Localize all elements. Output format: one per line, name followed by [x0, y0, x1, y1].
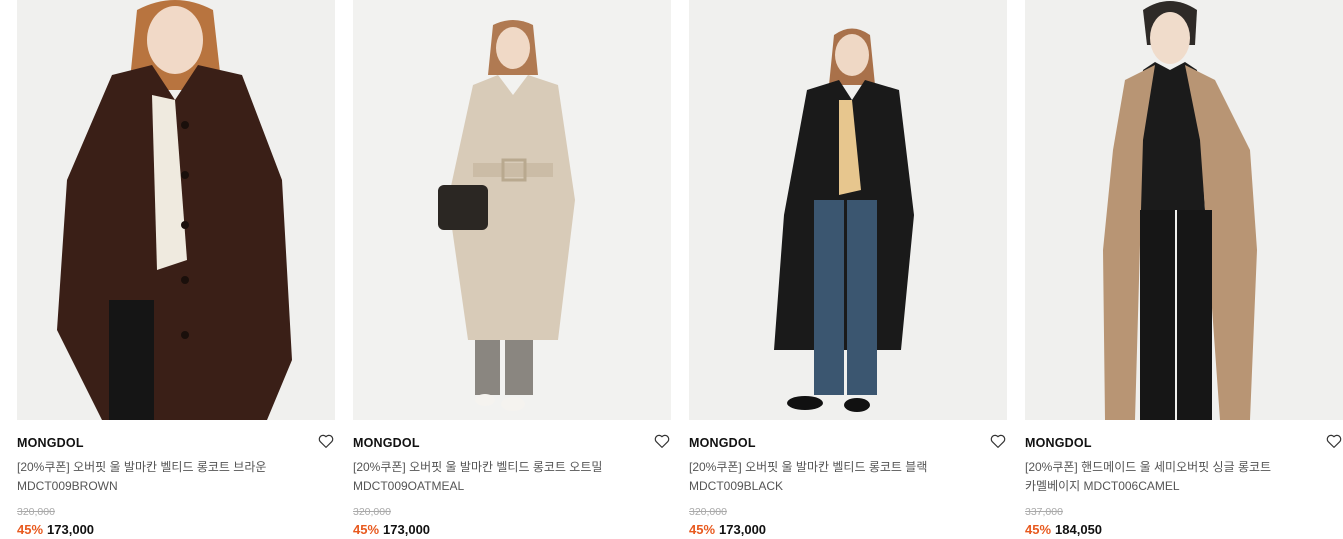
- product-photo-brown-coat[interactable]: [17, 0, 335, 420]
- wishlist-heart-icon[interactable]: [317, 432, 335, 450]
- product-card[interactable]: MONGDOL [20%쿠폰] 오버핏 울 발마칸 벨티드 롱코트 블랙 MDC…: [689, 0, 1007, 538]
- discount-rate: 45%: [1025, 522, 1052, 537]
- price-row: 45% 184,050: [1025, 521, 1343, 539]
- sale-price: 173,000: [383, 522, 431, 537]
- wishlist-heart-icon[interactable]: [989, 432, 1007, 450]
- original-price: 320,000: [689, 506, 727, 518]
- product-name-line-2: MDCT009BROWN: [17, 479, 118, 493]
- product-name-line-1: [20%쿠폰] 오버핏 울 발마칸 벨티드 롱코트 블랙: [689, 460, 928, 474]
- product-card[interactable]: MONGDOL [20%쿠폰] 핸드메이드 울 세미오버핏 싱글 롱코트 카멜베…: [1025, 0, 1343, 538]
- product-name-line-2: MDCT009OATMEAL: [353, 479, 465, 493]
- product-photo-oatmeal-coat[interactable]: [353, 0, 671, 420]
- wishlist-heart-icon[interactable]: [653, 432, 671, 450]
- price-row: 45% 173,000: [17, 521, 335, 539]
- product-name[interactable]: [20%쿠폰] 오버핏 울 발마칸 벨티드 롱코트 브라운 MDCT009BRO…: [17, 458, 307, 496]
- original-price: 337,000: [1025, 506, 1063, 518]
- product-photo-black-coat[interactable]: [689, 0, 1007, 420]
- brand-label[interactable]: MONGDOL: [17, 436, 84, 450]
- product-name-line-1: [20%쿠폰] 핸드메이드 울 세미오버핏 싱글 롱코트: [1025, 460, 1272, 474]
- product-card[interactable]: MONGDOL [20%쿠폰] 오버핏 울 발마칸 벨티드 롱코트 브라운 MD…: [17, 0, 335, 538]
- original-price: 320,000: [353, 506, 391, 518]
- price-row: 45% 173,000: [353, 521, 671, 539]
- product-name-line-2: MDCT009BLACK: [689, 479, 784, 493]
- brand-label[interactable]: MONGDOL: [353, 436, 420, 450]
- discount-rate: 45%: [353, 522, 380, 537]
- discount-rate: 45%: [17, 522, 44, 537]
- wishlist-heart-icon[interactable]: [1325, 432, 1343, 450]
- product-name-line-2: 카멜베이지 MDCT006CAMEL: [1025, 479, 1180, 493]
- product-name-line-1: [20%쿠폰] 오버핏 울 발마칸 벨티드 롱코트 오트밀: [353, 460, 603, 474]
- discount-rate: 45%: [689, 522, 716, 537]
- original-price: 320,000: [17, 506, 55, 518]
- product-grid: MONGDOL [20%쿠폰] 오버핏 울 발마칸 벨티드 롱코트 브라운 MD…: [0, 0, 1343, 538]
- brand-label[interactable]: MONGDOL: [689, 436, 756, 450]
- price-row: 45% 173,000: [689, 521, 1007, 539]
- brand-label[interactable]: MONGDOL: [1025, 436, 1092, 450]
- product-card[interactable]: MONGDOL [20%쿠폰] 오버핏 울 발마칸 벨티드 롱코트 오트밀 MD…: [353, 0, 671, 538]
- product-photo-camel-coat[interactable]: [1025, 0, 1343, 420]
- product-name-line-1: [20%쿠폰] 오버핏 울 발마칸 벨티드 롱코트 브라운: [17, 460, 267, 474]
- product-name[interactable]: [20%쿠폰] 오버핏 울 발마칸 벨티드 롱코트 오트밀 MDCT009OAT…: [353, 458, 643, 496]
- product-name[interactable]: [20%쿠폰] 오버핏 울 발마칸 벨티드 롱코트 블랙 MDCT009BLAC…: [689, 458, 979, 496]
- sale-price: 173,000: [47, 522, 95, 537]
- product-name[interactable]: [20%쿠폰] 핸드메이드 울 세미오버핏 싱글 롱코트 카멜베이지 MDCT0…: [1025, 458, 1315, 496]
- sale-price: 184,050: [1055, 522, 1103, 537]
- sale-price: 173,000: [719, 522, 767, 537]
